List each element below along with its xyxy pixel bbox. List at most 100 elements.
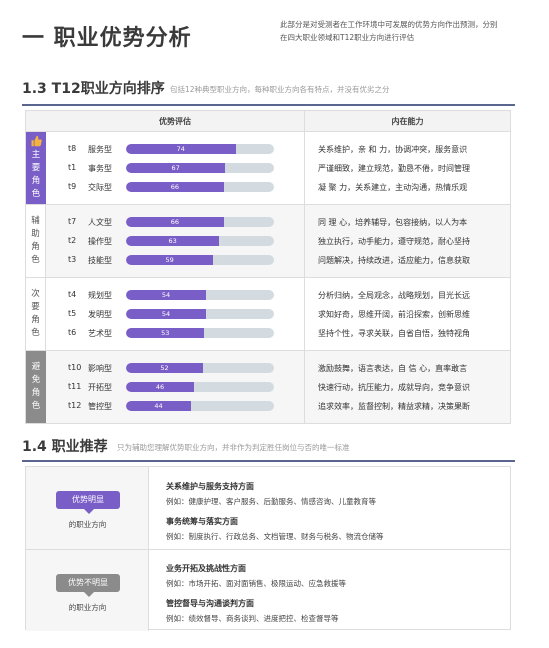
rank-code: t12 (68, 401, 82, 410)
ability-text: 问题解决，持续改进，适应能力，信息获取 (318, 256, 470, 265)
score-bar: 54 (126, 290, 274, 300)
rank-row: t1 事务型 67 (46, 159, 304, 177)
ability-text: 追求效率，监督控制，精益求精，决策果断 (318, 402, 470, 411)
ability-text: 同 理 心，培养辅导，包容接纳，以人为本 (318, 218, 468, 227)
score-bar: 52 (126, 363, 274, 373)
ability-text: 快速行动，抗压能力，成就导向，竞争意识 (318, 383, 470, 392)
group-label: 辅 助 角 色 (26, 205, 46, 277)
rank-name: 开拓型 (88, 383, 112, 392)
score-label: 59 (165, 256, 174, 264)
col-header-ability: 内在能力 (304, 111, 510, 133)
rec-heading: 事务统筹与落实方面 (166, 517, 238, 526)
score-bar: 66 (126, 182, 274, 192)
recommend-weak-content: 业务开拓及挑战性方面 例如：市场开拓、面对面销售、极限运动、应急救援等 管控督导… (166, 563, 346, 624)
rank-code: t11 (68, 382, 82, 391)
rank-row: t7 人文型 66 (46, 213, 304, 231)
rank-row: t4 规划型 54 (46, 286, 304, 304)
score-bar: 63 (126, 236, 274, 246)
rank-row: t10 影响型 52 (46, 359, 304, 377)
section-14-rule (22, 460, 515, 462)
rec-heading: 业务开拓及挑战性方面 (166, 564, 246, 573)
score-bar: 46 (126, 382, 274, 392)
score-label: 54 (161, 310, 171, 318)
header-desc-line1: 此部分是对受测者在工作环境中可发展的优势方向作出预测，分别 (280, 20, 498, 29)
score-label: 52 (160, 364, 169, 372)
ranking-table-header: 优势评估 内在能力 (25, 110, 511, 133)
score-bar: 74 (126, 144, 274, 154)
rank-row: t11 开拓型 46 (46, 378, 304, 396)
rank-name: 发明型 (88, 310, 112, 319)
ability-text: 凝 聚 力，关系建立，主动沟通，热情乐观 (318, 183, 468, 192)
rank-row: t2 操作型 63 (46, 232, 304, 250)
rank-name: 影响型 (88, 364, 112, 373)
rec-text: 例如：制度执行、行政总务、文档管理、财务与税务、物流仓储等 (166, 532, 384, 541)
rank-code: t7 (68, 217, 77, 226)
group-auxiliary-role: 辅 助 角 色 t7 人文型 66 t2 操作型 63 t3 技能型 59 同 … (25, 205, 511, 278)
score-bar: 59 (126, 255, 274, 265)
rank-name: 技能型 (88, 256, 112, 265)
group-label: 次 要 角 色 (26, 278, 46, 350)
rank-name: 服务型 (88, 145, 112, 154)
rank-row: t5 发明型 54 (46, 305, 304, 323)
rank-name: 交际型 (88, 183, 112, 192)
strong-badge-sub: 的职业方向 (68, 520, 107, 529)
rec-text: 例如：市场开拓、面对面销售、极限运动、应急救援等 (166, 579, 346, 588)
thumbs-up-icon (31, 135, 42, 147)
ranking-table: 优势评估 内在能力 主 要 角 色 t8 服务型 74 t1 事务型 67 t9… (25, 110, 511, 424)
score-bar: 67 (126, 163, 274, 173)
rank-code: t3 (68, 255, 77, 264)
rank-row: t3 技能型 59 (46, 251, 304, 269)
rank-name: 操作型 (88, 237, 112, 246)
weak-badge-sub: 的职业方向 (68, 603, 107, 612)
rank-name: 规划型 (88, 291, 112, 300)
score-label: 63 (168, 237, 177, 245)
rank-row: t12 管控型 44 (46, 397, 304, 415)
score-label: 66 (170, 218, 179, 226)
col-header-assessment: 优势评估 (159, 117, 191, 126)
weak-badge: 优势不明显 (56, 574, 120, 597)
header-desc-line2: 在四大职业领域和T12职业方向进行评估 (280, 33, 415, 42)
score-label: 44 (154, 402, 163, 410)
rec-text: 例如：健康护理、客户服务、后勤服务、情感咨询、儿童教育等 (166, 497, 376, 506)
rank-row: t8 服务型 74 (46, 140, 304, 158)
rank-name: 艺术型 (88, 329, 112, 338)
rank-name: 事务型 (88, 164, 112, 173)
score-label: 46 (155, 383, 165, 391)
header-description: 此部分是对受测者在工作环境中可发展的优势方向作出预测，分别 在四大职业领域和T1… (280, 18, 530, 44)
score-label: 53 (161, 329, 170, 337)
section-13-title: 1.3 T12职业方向排序 (22, 81, 165, 97)
header: 一 职业优势分析 此部分是对受测者在工作环境中可发展的优势方向作出预测，分别 在… (22, 18, 527, 58)
rank-code: t8 (68, 144, 77, 153)
rank-code: t4 (68, 290, 77, 299)
group-primary-role: 主 要 角 色 t8 服务型 74 t1 事务型 67 t9 交际型 66 关系… (25, 132, 511, 205)
score-label: 66 (170, 183, 179, 191)
rec-heading: 关系维护与服务支持方面 (166, 482, 254, 491)
rec-text: 例如：绩效督导、商务谈判、进度把控、检查督导等 (166, 614, 339, 623)
rank-code: t10 (68, 363, 82, 372)
section-14-title: 1.4 职业推荐 (22, 439, 108, 455)
rank-code: t6 (68, 328, 77, 337)
recommend-weak-label: 优势不明显 的职业方向 (26, 549, 149, 631)
rank-code: t1 (68, 163, 77, 172)
rank-name: 人文型 (88, 218, 112, 227)
score-bar: 53 (126, 328, 274, 338)
section-13-rule (22, 104, 515, 106)
recommend-strong-label: 优势明显 的职业方向 (26, 467, 149, 549)
group-avoid-role: 避 免 角 色 t10 影响型 52 t11 开拓型 46 t12 管控型 44… (25, 351, 511, 424)
ability-text: 求知好奇，思维开阔，前沿探索，创新思维 (318, 310, 470, 319)
score-label: 67 (171, 164, 180, 172)
score-label: 74 (176, 145, 185, 153)
ability-text: 关系维护，亲 和 力，协调冲突，服务意识 (318, 145, 468, 154)
ability-text: 坚持个性，寻求关联，自省自悟，独特视角 (318, 329, 470, 338)
group-label: 主 要 角 色 (26, 132, 46, 204)
recommendation-box: 优势明显 的职业方向 关系维护与服务支持方面 例如：健康护理、客户服务、后勤服务… (25, 466, 511, 631)
group-secondary-role: 次 要 角 色 t4 规划型 54 t5 发明型 54 t6 艺术型 53 分析… (25, 278, 511, 351)
rank-row: t9 交际型 66 (46, 178, 304, 196)
rec-heading: 管控督导与沟通谈判方面 (166, 599, 254, 608)
ability-text: 独立执行，动手能力，遵守规范，耐心坚持 (318, 237, 470, 246)
score-bar: 44 (126, 401, 274, 411)
recommend-strong-content: 关系维护与服务支持方面 例如：健康护理、客户服务、后勤服务、情感咨询、儿童教育等… (166, 481, 384, 542)
strong-badge: 优势明显 (56, 491, 120, 514)
score-bar: 66 (126, 217, 274, 227)
rank-name: 管控型 (88, 402, 112, 411)
